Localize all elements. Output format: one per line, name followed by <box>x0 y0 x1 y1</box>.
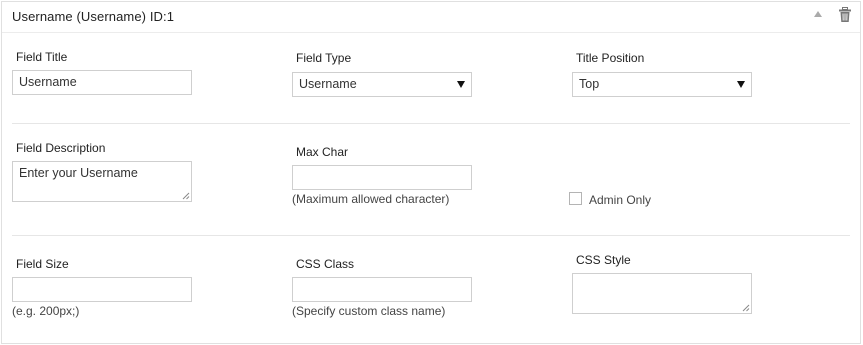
field-title-input[interactable]: Username <box>12 70 192 95</box>
css-class-hint: (Specify custom class name) <box>292 304 446 318</box>
admin-only-checkbox[interactable] <box>569 192 582 205</box>
field-description-label: Field Description <box>16 141 106 155</box>
field-type-select[interactable]: Username <box>292 72 472 97</box>
resize-grip-icon[interactable] <box>742 304 750 312</box>
css-class-label: CSS Class <box>296 257 355 271</box>
title-position-label: Title Position <box>576 51 645 65</box>
title-position-select[interactable]: Top <box>572 72 752 97</box>
css-style-textarea[interactable] <box>572 273 752 314</box>
css-style-label: CSS Style <box>576 253 631 267</box>
field-size-hint: (e.g. 200px;) <box>12 304 80 318</box>
resize-grip-icon[interactable] <box>182 192 190 200</box>
field-description-value: Enter your Username <box>19 166 138 180</box>
panel-title: Username (Username) ID:1 <box>12 9 175 24</box>
field-title-label: Field Title <box>16 50 68 64</box>
field-editor-panel: Username (Username) ID:1 Field Title Use… <box>1 1 861 344</box>
field-size-input[interactable] <box>12 277 192 302</box>
row-divider <box>12 123 850 124</box>
title-position-selected: Top <box>579 77 600 91</box>
field-type-selected: Username <box>299 77 357 91</box>
max-char-hint: (Maximum allowed character) <box>292 192 450 206</box>
field-type-label: Field Type <box>296 51 352 65</box>
max-char-input[interactable] <box>292 165 472 190</box>
triangle-up-icon[interactable] <box>814 11 822 17</box>
field-size-label: Field Size <box>16 257 69 271</box>
css-class-input[interactable] <box>292 277 472 302</box>
chevron-down-icon <box>457 81 465 88</box>
field-description-textarea[interactable]: Enter your Username <box>12 161 192 202</box>
chevron-down-icon <box>737 81 745 88</box>
trash-icon[interactable] <box>838 7 852 23</box>
max-char-label: Max Char <box>296 145 349 159</box>
admin-only-label: Admin Only <box>589 193 652 207</box>
panel-header: Username (Username) ID:1 <box>2 2 860 33</box>
row-divider <box>12 235 850 236</box>
